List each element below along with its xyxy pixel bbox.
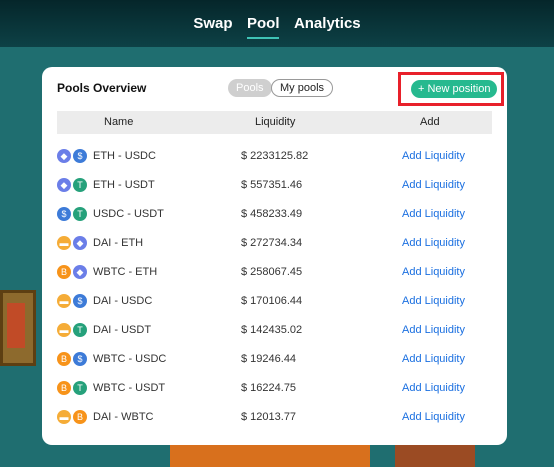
table-header: Name Liquidity Add — [57, 111, 492, 134]
column-header-add: Add — [420, 116, 440, 128]
pool-liquidity: $ 142435.02 — [241, 324, 303, 336]
dai-token-icon: ▬ — [57, 294, 71, 308]
eth-token-icon: ◆ — [73, 236, 87, 250]
wbtc-token-icon: B — [57, 265, 71, 279]
pool-pair-name: DAI - USDT — [93, 324, 152, 336]
card-title: Pools Overview — [57, 81, 147, 95]
nav-swap[interactable]: Swap — [193, 15, 232, 32]
pool-pair-name: DAI - ETH — [93, 237, 144, 249]
pool-pair-name: WBTC - USDC — [93, 353, 167, 365]
dai-token-icon: ▬ — [57, 410, 71, 424]
top-nav-bar: Swap Pool Analytics — [0, 0, 554, 47]
eth-token-icon: ◆ — [57, 149, 71, 163]
table-row: B ◆ WBTC - ETH $ 258067.45 Add Liquidity — [57, 258, 492, 287]
table-row: ▬ ◆ DAI - ETH $ 272734.34 Add Liquidity — [57, 229, 492, 258]
background-artwork — [0, 290, 36, 366]
dai-token-icon: ▬ — [57, 236, 71, 250]
nav-analytics[interactable]: Analytics — [294, 15, 361, 32]
usdt-token-icon: T — [73, 381, 87, 395]
dai-token-icon: ▬ — [57, 323, 71, 337]
add-liquidity-link[interactable]: Add Liquidity — [402, 150, 465, 162]
token-pair-icons: ▬ $ — [57, 294, 89, 308]
add-liquidity-link[interactable]: Add Liquidity — [402, 353, 465, 365]
table-row: $ T USDC - USDT $ 458233.49 Add Liquidity — [57, 200, 492, 229]
usdc-token-icon: $ — [57, 207, 71, 221]
highlight-box — [398, 72, 504, 106]
pool-liquidity: $ 12013.77 — [241, 411, 297, 423]
table-row: ▬ $ DAI - USDC $ 170106.44 Add Liquidity — [57, 287, 492, 316]
add-liquidity-link[interactable]: Add Liquidity — [402, 411, 465, 423]
add-liquidity-link[interactable]: Add Liquidity — [402, 237, 465, 249]
pools-list: ◆ $ ETH - USDC $ 2233125.82 Add Liquidity ◆ T E… — [57, 142, 492, 432]
usdt-token-icon: T — [73, 323, 87, 337]
pool-liquidity: $ 458233.49 — [241, 208, 303, 220]
add-liquidity-link[interactable]: Add Liquidity — [402, 266, 465, 278]
usdt-token-icon: T — [73, 178, 87, 192]
token-pair-icons: B $ — [57, 352, 89, 366]
table-row: B T WBTC - USDT $ 16224.75 Add Liquidity — [57, 374, 492, 403]
pool-liquidity: $ 272734.34 — [241, 237, 303, 249]
pools-overview-card: Pools Overview Pools My pools + New posi… — [42, 67, 507, 445]
token-pair-icons: ◆ T — [57, 178, 89, 192]
pool-liquidity: $ 258067.45 — [241, 266, 303, 278]
pool-pair-name: ETH - USDC — [93, 150, 156, 162]
pool-liquidity: $ 16224.75 — [241, 382, 297, 394]
pool-pair-name: DAI - WBTC — [93, 411, 154, 423]
usdc-token-icon: $ — [73, 352, 87, 366]
add-liquidity-link[interactable]: Add Liquidity — [402, 382, 465, 394]
main-nav: Swap Pool Analytics — [0, 15, 554, 39]
pool-pair-name: WBTC - ETH — [93, 266, 158, 278]
table-row: ▬ B DAI - WBTC $ 12013.77 Add Liquidity — [57, 403, 492, 432]
pool-pair-name: USDC - USDT — [93, 208, 164, 220]
table-row: ▬ T DAI - USDT $ 142435.02 Add Liquidity — [57, 316, 492, 345]
pool-pair-name: ETH - USDT — [93, 179, 155, 191]
eth-token-icon: ◆ — [57, 178, 71, 192]
add-liquidity-link[interactable]: Add Liquidity — [402, 208, 465, 220]
table-row: B $ WBTC - USDC $ 19246.44 Add Liquidity — [57, 345, 492, 374]
token-pair-icons: ▬ B — [57, 410, 89, 424]
token-pair-icons: B ◆ — [57, 265, 89, 279]
add-liquidity-link[interactable]: Add Liquidity — [402, 324, 465, 336]
usdc-token-icon: $ — [73, 294, 87, 308]
wbtc-token-icon: B — [57, 352, 71, 366]
usdc-token-icon: $ — [73, 149, 87, 163]
pool-liquidity: $ 170106.44 — [241, 295, 303, 307]
tab-my-pools[interactable]: My pools — [271, 79, 334, 97]
nav-pool[interactable]: Pool — [246, 15, 279, 39]
column-header-name: Name — [104, 116, 134, 128]
pool-liquidity: $ 557351.46 — [241, 179, 303, 191]
token-pair-icons: ▬ ◆ — [57, 236, 89, 250]
table-row: ◆ T ETH - USDT $ 557351.46 Add Liquidity — [57, 171, 492, 200]
eth-token-icon: ◆ — [73, 265, 87, 279]
pool-pair-name: WBTC - USDT — [93, 382, 166, 394]
pool-liquidity: $ 19246.44 — [241, 353, 297, 365]
column-header-liquidity: Liquidity — [255, 116, 296, 128]
table-row: ◆ $ ETH - USDC $ 2233125.82 Add Liquidity — [57, 142, 492, 171]
add-liquidity-link[interactable]: Add Liquidity — [402, 295, 465, 307]
token-pair-icons: ◆ $ — [57, 149, 89, 163]
add-liquidity-link[interactable]: Add Liquidity — [402, 179, 465, 191]
token-pair-icons: BT — [57, 381, 89, 395]
pool-pair-name: DAI - USDC — [93, 295, 153, 307]
pool-liquidity: $ 2233125.82 — [241, 150, 309, 162]
token-pair-icons: $ T — [57, 207, 89, 221]
wbtc-token-icon: B — [57, 381, 71, 395]
usdt-token-icon: T — [73, 207, 87, 221]
tab-pools[interactable]: Pools — [228, 79, 272, 97]
wbtc-token-icon: B — [73, 410, 87, 424]
token-pair-icons: ▬ T — [57, 323, 89, 337]
